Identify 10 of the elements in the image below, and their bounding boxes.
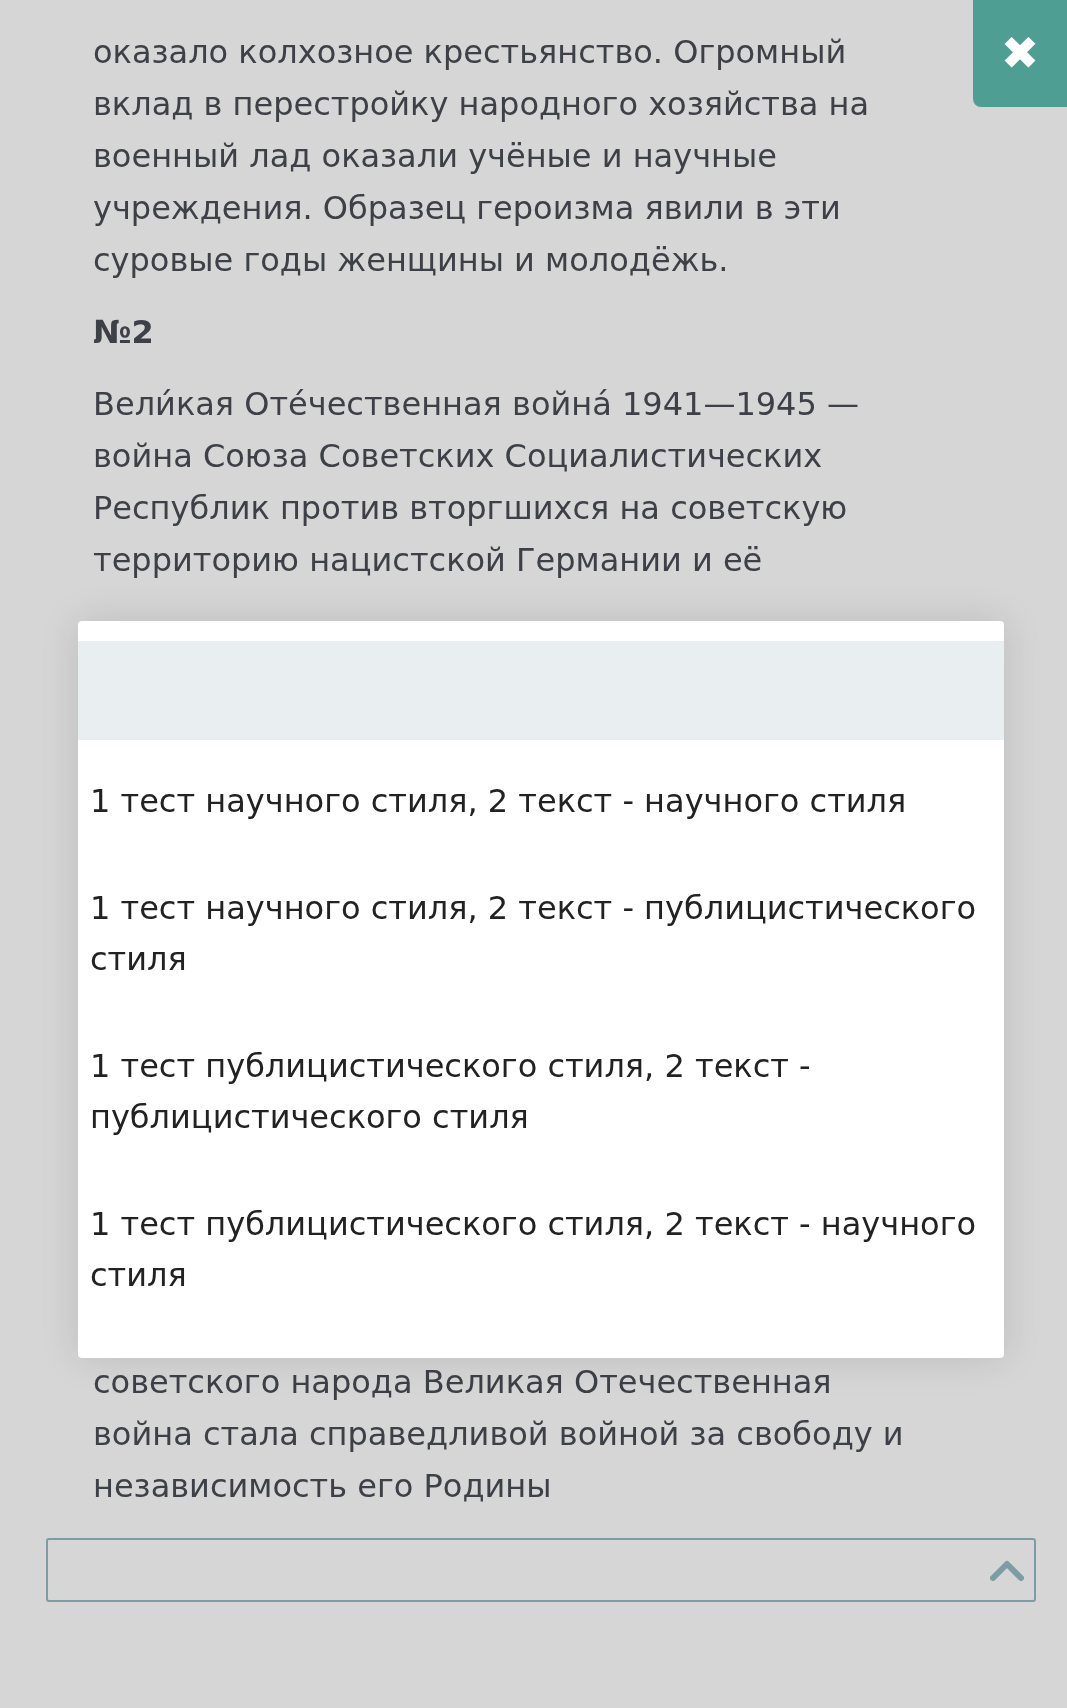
dropdown-option[interactable]: 1 тест публицистического стиля, 2 текст - научного стиля <box>78 1171 1004 1329</box>
select-field[interactable] <box>46 1538 1036 1602</box>
dropdown-option[interactable]: 1 тест публицистического стиля, 2 текст - публицистического стиля <box>78 1013 1004 1171</box>
section-heading: №2 <box>93 312 155 353</box>
dropdown-option[interactable]: 1 тест научного стиля, 2 текст - научного стиля <box>78 748 1004 855</box>
passage-text: оказало колхозное крестьянство. Огромный вклад в перестройку народного хозяйства на военный лад оказали учёные и научные учреждения. Образец героизма явили в эти суровые годы женщины и молодёжь. <box>93 32 871 281</box>
passage-text: Вели́кая Оте́чественная войнá 1941—1945 — война Союза Советских Социалистических Республик против вторгшихся на советскую территорию нацистской Германии и её <box>93 384 860 581</box>
dropdown-option[interactable]: 1 тест научного стиля, 2 текст - публицистического стиля <box>78 855 1004 1013</box>
passage-text: советского народа Великая Отечественная война стала справедливой войной за свободу и независимость его Родины <box>93 1362 905 1507</box>
caret-up-icon <box>990 1559 1024 1581</box>
